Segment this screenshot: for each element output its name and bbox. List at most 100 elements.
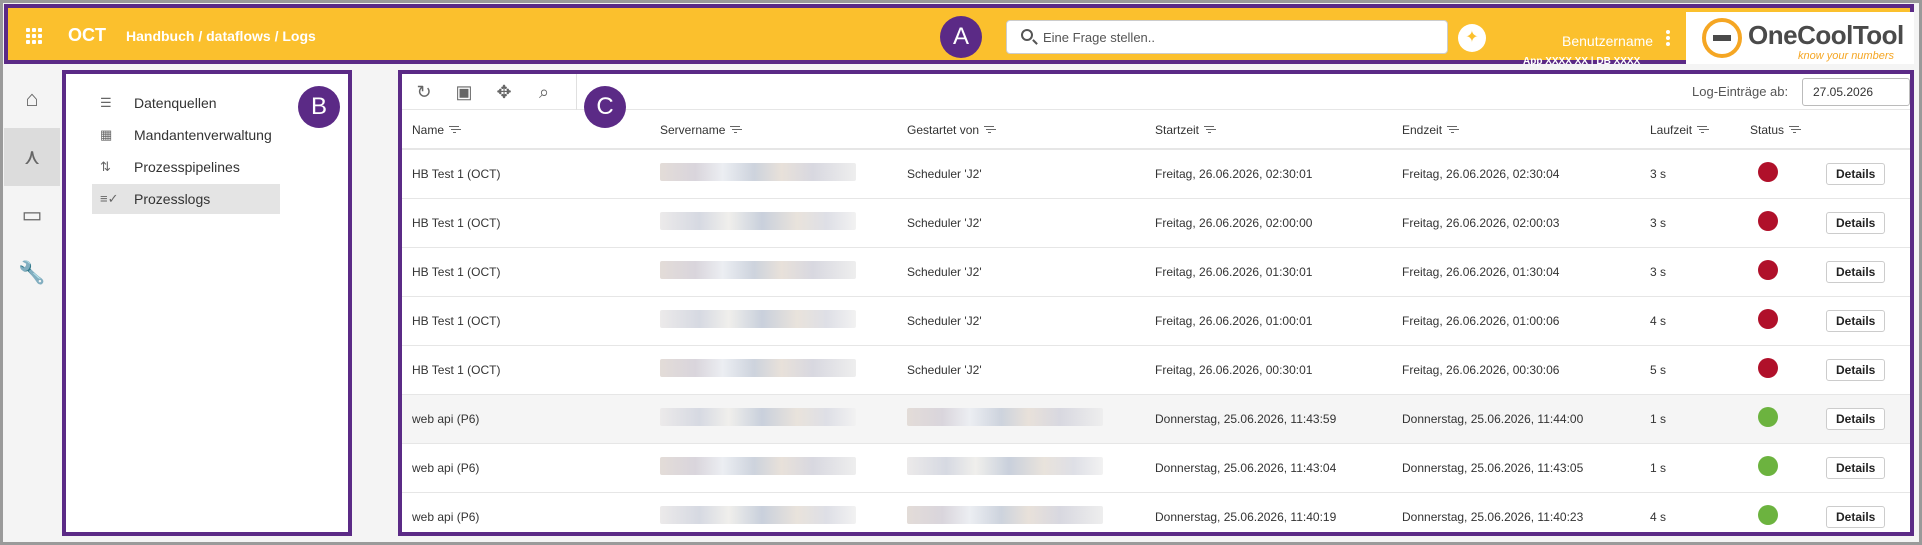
table-row[interactable]: HB Test 1 (OCT) Scheduler 'J2' Freitag, … bbox=[402, 149, 1910, 199]
filter-icon[interactable] bbox=[1204, 125, 1215, 134]
log-table: Name Servername Gestartet von Startzeit … bbox=[402, 111, 1910, 532]
filter-icon[interactable] bbox=[1789, 125, 1800, 134]
move-icon[interactable]: ✥ bbox=[492, 80, 516, 104]
column-start[interactable]: Startzeit bbox=[1145, 111, 1392, 150]
table-row[interactable]: web api (P6) Donnerstag, 25.06.2026, 11:… bbox=[402, 492, 1910, 532]
cell-started-by: Scheduler 'J2' bbox=[897, 247, 1145, 297]
details-button[interactable]: Details bbox=[1826, 456, 1886, 479]
icon-rail: ⌂ ⋏ ▭ 🔧 bbox=[4, 70, 60, 540]
filter-icon[interactable] bbox=[730, 125, 741, 134]
list-icon: ☰ bbox=[100, 95, 112, 110]
list-check-icon: ≡✓ bbox=[100, 191, 119, 206]
cell-runtime: 4 s bbox=[1640, 296, 1740, 346]
filter-icon[interactable] bbox=[1447, 125, 1458, 134]
logo-mark-icon bbox=[1702, 18, 1742, 58]
details-button[interactable]: Details bbox=[1826, 505, 1886, 528]
sidebar-item-datenquellen[interactable]: ☰ Datenquellen bbox=[92, 88, 280, 118]
refresh-icon[interactable]: ↻ bbox=[412, 80, 436, 104]
table-row[interactable]: HB Test 1 (OCT) Scheduler 'J2' Freitag, … bbox=[402, 345, 1910, 395]
sidebar-item-label: Prozesslogs bbox=[134, 191, 211, 207]
table-row[interactable]: web api (P6) Donnerstag, 25.06.2026, 11:… bbox=[402, 394, 1910, 444]
cell-name: web api (P6) bbox=[402, 394, 650, 444]
toolbar: ↻ ▣ ✥ ⌕ Log-Einträge ab: bbox=[402, 74, 1910, 110]
cell-server-redacted bbox=[650, 296, 897, 346]
sidebar-item-label: Prozesspipelines bbox=[134, 159, 240, 175]
wrench-icon[interactable]: 🔧 bbox=[4, 244, 60, 302]
column-status[interactable]: Status bbox=[1740, 111, 1826, 150]
cell-runtime: 3 s bbox=[1640, 247, 1740, 297]
cell-runtime: 5 s bbox=[1640, 345, 1740, 395]
cell-start: Freitag, 26.06.2026, 01:30:01 bbox=[1145, 247, 1392, 297]
search-box[interactable] bbox=[1006, 20, 1448, 54]
cell-started-by-redacted bbox=[897, 443, 1145, 493]
status-success-icon bbox=[1758, 456, 1778, 476]
details-button[interactable]: Details bbox=[1826, 260, 1886, 283]
cell-server-redacted bbox=[650, 492, 897, 532]
details-button[interactable]: Details bbox=[1826, 358, 1886, 381]
sidebar-item-mandantenverwaltung[interactable]: ▦ Mandantenverwaltung bbox=[92, 120, 280, 150]
log-date-field[interactable] bbox=[1802, 78, 1910, 106]
dataflow-icon[interactable]: ⋏ bbox=[4, 128, 60, 186]
cell-end: Freitag, 26.06.2026, 01:00:06 bbox=[1392, 296, 1640, 346]
username[interactable]: Benutzername bbox=[1562, 33, 1653, 49]
home-icon[interactable]: ⌂ bbox=[4, 70, 60, 128]
calendar-icon[interactable]: ▣ bbox=[452, 80, 476, 104]
details-button[interactable]: Details bbox=[1826, 162, 1886, 185]
status-error-icon bbox=[1758, 260, 1778, 280]
cell-server-redacted bbox=[650, 394, 897, 444]
app-db-info: App XXXX XX | DB XXXX bbox=[1523, 56, 1641, 67]
cell-server-redacted bbox=[650, 149, 897, 199]
logo-tagline: know your numbers bbox=[1798, 50, 1894, 62]
marker-b: B bbox=[298, 86, 340, 128]
cell-runtime: 1 s bbox=[1640, 443, 1740, 493]
marker-c: C bbox=[584, 86, 626, 128]
details-button[interactable]: Details bbox=[1826, 407, 1886, 430]
cell-name: web api (P6) bbox=[402, 492, 650, 532]
cell-end: Freitag, 26.06.2026, 01:30:04 bbox=[1392, 247, 1640, 297]
column-end[interactable]: Endzeit bbox=[1392, 111, 1640, 150]
status-success-icon bbox=[1758, 505, 1778, 525]
column-started-by[interactable]: Gestartet von bbox=[897, 111, 1145, 150]
cell-name: HB Test 1 (OCT) bbox=[402, 247, 650, 297]
cell-name: HB Test 1 (OCT) bbox=[402, 149, 650, 199]
log-panel: ↻ ▣ ✥ ⌕ Log-Einträge ab: Name Servername… bbox=[398, 70, 1914, 536]
toolbar-divider bbox=[576, 74, 577, 110]
cell-status bbox=[1740, 492, 1826, 532]
logo-text: OneCoolTool bbox=[1748, 20, 1904, 50]
window-icon[interactable]: ▭ bbox=[4, 186, 60, 244]
cell-status bbox=[1740, 443, 1826, 493]
table-row[interactable]: web api (P6) Donnerstag, 25.06.2026, 11:… bbox=[402, 443, 1910, 493]
cell-start: Freitag, 26.06.2026, 00:30:01 bbox=[1145, 345, 1392, 395]
details-button[interactable]: Details bbox=[1826, 211, 1886, 234]
sidebar: ☰ Datenquellen ▦ Mandantenverwaltung ⇅ P… bbox=[62, 70, 352, 536]
cell-end: Freitag, 26.06.2026, 02:00:03 bbox=[1392, 198, 1640, 248]
table-row[interactable]: HB Test 1 (OCT) Scheduler 'J2' Freitag, … bbox=[402, 198, 1910, 248]
table-row[interactable]: HB Test 1 (OCT) Scheduler 'J2' Freitag, … bbox=[402, 247, 1910, 297]
details-button[interactable]: Details bbox=[1826, 309, 1886, 332]
more-menu-icon[interactable] bbox=[1666, 30, 1670, 46]
cell-started-by-redacted bbox=[897, 492, 1145, 532]
sidebar-item-prozesslogs[interactable]: ≡✓ Prozesslogs bbox=[92, 184, 280, 214]
cell-start: Donnerstag, 25.06.2026, 11:43:59 bbox=[1145, 394, 1392, 444]
table-row[interactable]: HB Test 1 (OCT) Scheduler 'J2' Freitag, … bbox=[402, 296, 1910, 346]
pipeline-icon: ⇅ bbox=[100, 159, 111, 174]
cell-started-by: Scheduler 'J2' bbox=[897, 296, 1145, 346]
cell-runtime: 1 s bbox=[1640, 394, 1740, 444]
filter-icon[interactable] bbox=[984, 125, 995, 134]
cell-status bbox=[1740, 394, 1826, 444]
list-search-icon[interactable]: ⌕ bbox=[532, 80, 556, 104]
search-input[interactable] bbox=[1043, 27, 1433, 47]
column-runtime[interactable]: Laufzeit bbox=[1640, 111, 1740, 150]
apps-grid-icon[interactable] bbox=[26, 28, 42, 44]
sidebar-item-prozesspipelines[interactable]: ⇅ Prozesspipelines bbox=[92, 152, 280, 182]
brand-logo: OneCoolTool know your numbers bbox=[1686, 12, 1914, 64]
filter-icon[interactable] bbox=[1697, 125, 1708, 134]
status-error-icon bbox=[1758, 358, 1778, 378]
cell-started-by: Scheduler 'J2' bbox=[897, 149, 1145, 199]
cell-runtime: 3 s bbox=[1640, 198, 1740, 248]
sparkle-button[interactable]: ✦ bbox=[1458, 24, 1486, 52]
brand-label[interactable]: OCT bbox=[68, 25, 106, 46]
column-server[interactable]: Servername bbox=[650, 111, 897, 150]
filter-icon[interactable] bbox=[449, 125, 460, 134]
cell-name: HB Test 1 (OCT) bbox=[402, 345, 650, 395]
